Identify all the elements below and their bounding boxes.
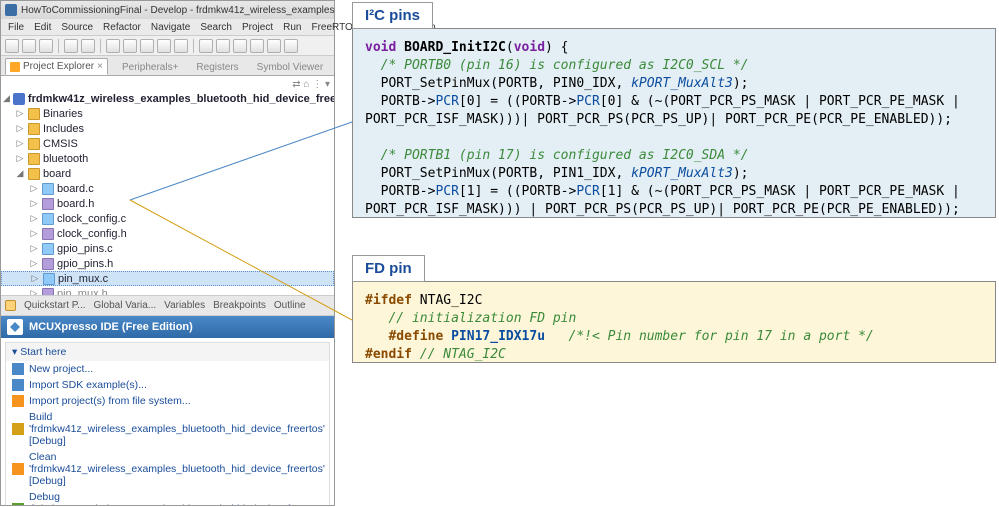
mcux-brand-bar: MCUXpresso IDE (Free Edition)	[1, 316, 334, 338]
tab-variables[interactable]: Variables	[164, 300, 205, 311]
fd-pin-label: FD pin	[352, 255, 425, 282]
h-file-icon	[42, 258, 54, 270]
toolbar-button[interactable]	[5, 39, 19, 53]
clean-icon	[12, 463, 24, 475]
tree-controls[interactable]: ⇄ ⌂ ⋮ ▾	[1, 78, 334, 91]
h-file-icon	[42, 198, 54, 210]
c-file-icon	[42, 213, 54, 225]
import-sdk-icon	[12, 379, 24, 391]
toolbar-button[interactable]	[106, 39, 120, 53]
start-build[interactable]: Build 'frdmkw41z_wireless_examples_bluet…	[6, 409, 329, 449]
tab-symbol-viewer[interactable]: Symbol Viewer	[253, 60, 328, 75]
toolbar-button[interactable]	[267, 39, 281, 53]
debug-icon	[12, 503, 24, 505]
menu-file[interactable]: File	[3, 22, 29, 33]
window-titlebar: HowToCommissioningFinal - Develop - frdm…	[1, 1, 334, 19]
start-new-project[interactable]: New project...	[6, 361, 329, 377]
toolbar-button[interactable]	[81, 39, 95, 53]
ide-window: HowToCommissioningFinal - Develop - frdm…	[0, 0, 335, 506]
toolbar-button[interactable]	[216, 39, 230, 53]
project-explorer-icon	[10, 62, 20, 72]
toolbar-row-1	[1, 36, 334, 56]
h-file-icon	[42, 228, 54, 240]
toolbar-button[interactable]	[250, 39, 264, 53]
menu-project[interactable]: Project	[237, 22, 278, 33]
close-icon[interactable]: ×	[97, 61, 103, 72]
quickstart-panel: ▾ Start here New project... Import SDK e…	[1, 338, 334, 505]
tab-breakpoints[interactable]: Breakpoints	[213, 300, 266, 311]
c-file-icon	[42, 183, 54, 195]
i2c-pins-label: I²C pins	[352, 2, 433, 29]
menu-search[interactable]: Search	[195, 22, 237, 33]
start-import-files[interactable]: Import project(s) from file system...	[6, 393, 329, 409]
tab-global-vars[interactable]: Global Varia...	[94, 300, 157, 311]
project-explorer-tree[interactable]: ⇄ ⌂ ⋮ ▾ ◢frdmkw41z_wireless_examples_blu…	[1, 76, 334, 296]
menu-navigate[interactable]: Navigate	[146, 22, 195, 33]
bottom-view-tabbar: Quickstart P... Global Varia... Variable…	[1, 296, 334, 316]
menu-run[interactable]: Run	[278, 22, 306, 33]
folder-icon	[28, 168, 40, 180]
c-file-icon	[43, 273, 55, 285]
start-here-header[interactable]: ▾ Start here	[6, 343, 329, 361]
tab-outline[interactable]: Outline	[274, 300, 306, 311]
project-icon	[13, 93, 25, 105]
window-title: HowToCommissioningFinal - Develop - frdm…	[21, 5, 334, 16]
toolbar-button[interactable]	[199, 39, 213, 53]
build-icon	[12, 423, 24, 435]
folder-icon	[28, 138, 40, 150]
tab-project-explorer[interactable]: Project Explorer×	[5, 58, 108, 75]
menu-refactor[interactable]: Refactor	[98, 22, 146, 33]
folder-icon	[28, 123, 40, 135]
i2c-code-block: void BOARD_InitI2C(void) { /* PORTB0 (pi…	[352, 28, 996, 218]
folder-icon	[28, 108, 40, 120]
h-file-icon	[42, 288, 54, 297]
mcux-logo-icon	[7, 319, 23, 335]
tab-quickstart[interactable]: Quickstart P...	[24, 300, 86, 311]
folder-icon	[28, 153, 40, 165]
fd-code-block: #ifdef NTAG_I2C // initialization FD pin…	[352, 281, 996, 363]
tree-selected-file[interactable]: ▷pin_mux.c	[1, 271, 334, 286]
start-clean[interactable]: Clean 'frdmkw41z_wireless_examples_bluet…	[6, 449, 329, 489]
start-import-sdk[interactable]: Import SDK example(s)...	[6, 377, 329, 393]
menu-source[interactable]: Source	[56, 22, 98, 33]
menubar[interactable]: File Edit Source Refactor Navigate Searc…	[1, 19, 334, 36]
toolbar-button[interactable]	[140, 39, 154, 53]
toolbar-button[interactable]	[22, 39, 36, 53]
toolbar-button[interactable]	[174, 39, 188, 53]
toolbar-button[interactable]	[39, 39, 53, 53]
quickstart-icon	[5, 300, 16, 311]
toolbar-button[interactable]	[64, 39, 78, 53]
toolbar-button[interactable]	[157, 39, 171, 53]
menu-edit[interactable]: Edit	[29, 22, 56, 33]
start-debug[interactable]: Debug 'frdmkw41z_wireless_examples_bluet…	[6, 489, 329, 505]
import-icon	[12, 395, 24, 407]
toolbar-button[interactable]	[233, 39, 247, 53]
toolbar-button[interactable]	[123, 39, 137, 53]
toolbar-button[interactable]	[284, 39, 298, 53]
c-file-icon	[42, 243, 54, 255]
view-tabbar: Project Explorer× Peripherals+ Registers…	[1, 56, 334, 76]
project-name[interactable]: frdmkw41z_wireless_examples_bluetooth_hi…	[28, 93, 334, 105]
tab-peripherals[interactable]: Peripherals+	[118, 60, 182, 75]
app-icon	[5, 4, 17, 16]
new-project-icon	[12, 363, 24, 375]
tab-registers[interactable]: Registers	[192, 60, 242, 75]
